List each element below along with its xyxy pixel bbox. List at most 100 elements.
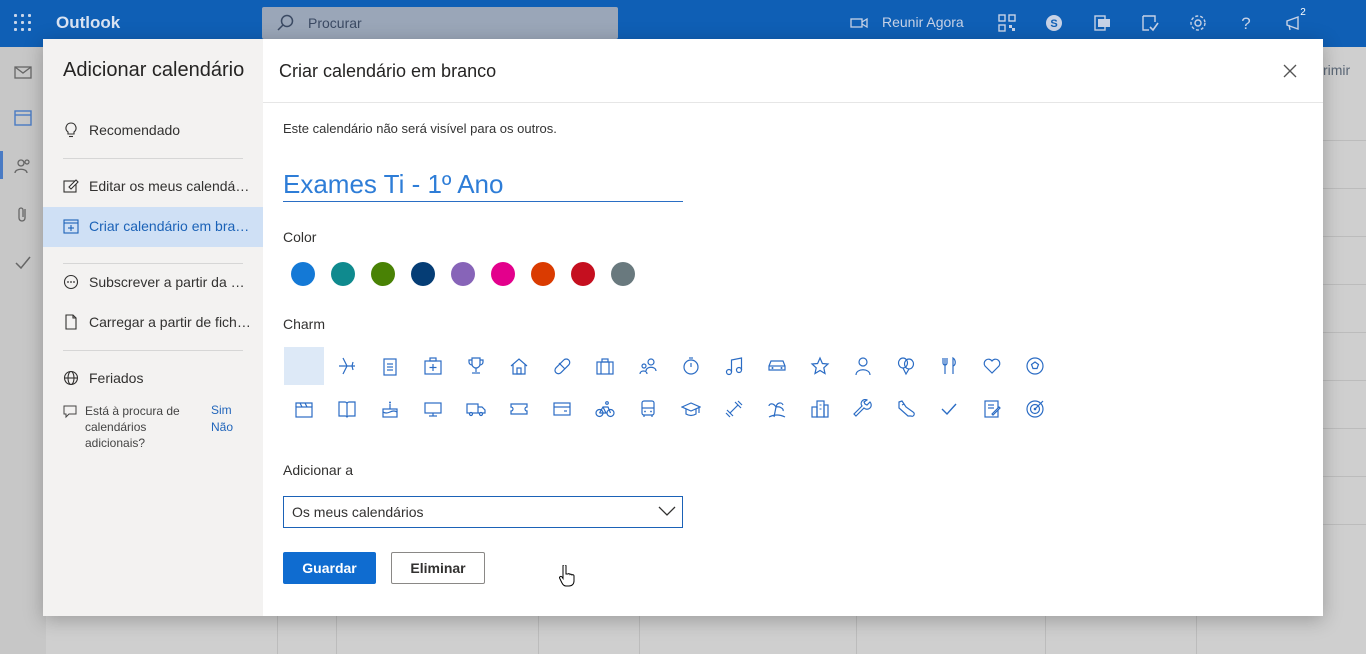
charm-truck[interactable]: [456, 390, 496, 428]
sidebar-item-upload-file[interactable]: Carregar a partir de ficheiro: [43, 303, 263, 343]
subscribe-icon: [63, 274, 79, 290]
help-no-link[interactable]: Não: [211, 420, 233, 434]
charm-credit-card[interactable]: [542, 390, 582, 428]
charm-clapperboard[interactable]: [284, 390, 324, 428]
charm-blank[interactable]: [284, 347, 324, 385]
charm-label: Charm: [283, 316, 326, 332]
help-icon[interactable]: ?: [1236, 13, 1256, 33]
charm-target[interactable]: [1015, 390, 1055, 428]
color-swatch[interactable]: [411, 262, 435, 286]
sidebar-item-label: Carregar a partir de ficheiro: [89, 314, 253, 330]
sidebar-item-holidays[interactable]: Feriados: [43, 359, 263, 399]
save-button[interactable]: Guardar: [283, 552, 376, 584]
sidebar-item-subscribe[interactable]: Subscrever a partir da web: [43, 263, 263, 303]
charm-notepad[interactable]: [972, 390, 1012, 428]
color-swatch[interactable]: [371, 262, 395, 286]
svg-text:S: S: [1050, 18, 1057, 30]
dialog-header: Criar calendário em branco: [263, 39, 1323, 103]
charm-bicycle[interactable]: [585, 390, 625, 428]
color-swatch[interactable]: [291, 262, 315, 286]
charm-sneaker[interactable]: [886, 390, 926, 428]
charm-home[interactable]: [499, 347, 539, 385]
skype-icon[interactable]: S: [1044, 13, 1064, 33]
pill-icon: [554, 358, 571, 375]
sidebar-item-label: Subscrever a partir da web: [89, 274, 253, 290]
charm-palm-tree[interactable]: [757, 390, 797, 428]
meet-now-button[interactable]: Reunir Agora: [850, 14, 964, 30]
charm-dumbbell[interactable]: [714, 390, 754, 428]
calendar-visibility-note: Este calendário não será visível para os…: [283, 121, 557, 136]
sidebar-item-recommended[interactable]: Recomendado: [43, 111, 263, 151]
dumbbell-icon: [725, 400, 743, 418]
charm-pill[interactable]: [542, 347, 582, 385]
charm-trophy[interactable]: [456, 347, 496, 385]
help-question: Está à procura de calendários adicionais…: [85, 404, 180, 450]
charm-people[interactable]: [628, 347, 668, 385]
home-icon: [510, 358, 528, 375]
charm-music-note[interactable]: [714, 347, 754, 385]
charm-graduation-cap[interactable]: [671, 390, 711, 428]
bicycle-icon: [595, 401, 615, 418]
charm-car[interactable]: [757, 347, 797, 385]
airplane-icon: [339, 357, 355, 375]
fork-knife-icon: [942, 356, 956, 374]
calendar-icon[interactable]: [14, 109, 32, 127]
charm-book[interactable]: [327, 390, 367, 428]
app-launcher-icon[interactable]: [14, 14, 32, 32]
sidebar-item-create-blank[interactable]: Criar calendário em branco: [43, 207, 263, 247]
color-swatch[interactable]: [571, 262, 595, 286]
teams-icon[interactable]: [1092, 13, 1112, 33]
target-icon: [1026, 400, 1044, 418]
charm-briefcase[interactable]: [585, 347, 625, 385]
people-icon[interactable]: [14, 157, 32, 175]
monitor-icon: [424, 402, 442, 417]
charm-wrench[interactable]: [843, 390, 883, 428]
dialog-main: Criar calendário em branco Este calendár…: [263, 39, 1323, 616]
app-brand[interactable]: Outlook: [56, 13, 120, 33]
charm-cake[interactable]: [370, 390, 410, 428]
palm-tree-icon: [768, 402, 786, 418]
sidebar-item-edit-calendars[interactable]: Editar os meus calendários: [43, 167, 263, 207]
charm-airplane[interactable]: [327, 347, 367, 385]
charm-soccer-ball[interactable]: [1015, 347, 1055, 385]
color-swatch[interactable]: [531, 262, 555, 286]
add-to-dropdown[interactable]: Os meus calendários: [283, 496, 683, 528]
charm-fork-knife[interactable]: [929, 347, 969, 385]
color-swatch[interactable]: [491, 262, 515, 286]
add-calendar-icon: [63, 219, 79, 234]
discard-button[interactable]: Eliminar: [391, 552, 485, 584]
people-icon: [639, 358, 657, 375]
charm-monitor[interactable]: [413, 390, 453, 428]
charm-stopwatch[interactable]: [671, 347, 711, 385]
color-swatch[interactable]: [451, 262, 475, 286]
charm-building[interactable]: [800, 390, 840, 428]
search-input[interactable]: Procurar: [262, 7, 618, 39]
mail-icon[interactable]: [14, 63, 32, 81]
upload-file-icon: [65, 314, 77, 330]
charm-person[interactable]: [843, 347, 883, 385]
charm-ticket[interactable]: [499, 390, 539, 428]
charm-checkmark[interactable]: [929, 390, 969, 428]
todo-check-icon[interactable]: [14, 253, 32, 271]
charm-star[interactable]: [800, 347, 840, 385]
tasks-icon[interactable]: [1140, 13, 1160, 33]
qr-code-icon[interactable]: [997, 13, 1017, 33]
settings-gear-icon[interactable]: [1188, 13, 1208, 33]
sidebar-item-label: Feriados: [89, 370, 144, 386]
charm-heart[interactable]: [972, 347, 1012, 385]
bg-grid-line: [1323, 332, 1366, 333]
color-swatch[interactable]: [331, 262, 355, 286]
calendar-name-input[interactable]: [283, 167, 683, 202]
color-swatch[interactable]: [611, 262, 635, 286]
briefcase-icon: [596, 358, 614, 375]
help-yes-link[interactable]: Sim: [211, 403, 232, 417]
attachment-icon[interactable]: [14, 205, 32, 223]
charm-medical-kit[interactable]: [413, 347, 453, 385]
close-icon[interactable]: [1280, 61, 1300, 81]
medical-kit-icon: [424, 357, 442, 375]
charm-balloon[interactable]: [886, 347, 926, 385]
charm-bus[interactable]: [628, 390, 668, 428]
dialog-sidebar-title: Adicionar calendário: [63, 59, 245, 81]
music-note-icon: [725, 357, 743, 376]
charm-clipboard[interactable]: [370, 347, 410, 385]
